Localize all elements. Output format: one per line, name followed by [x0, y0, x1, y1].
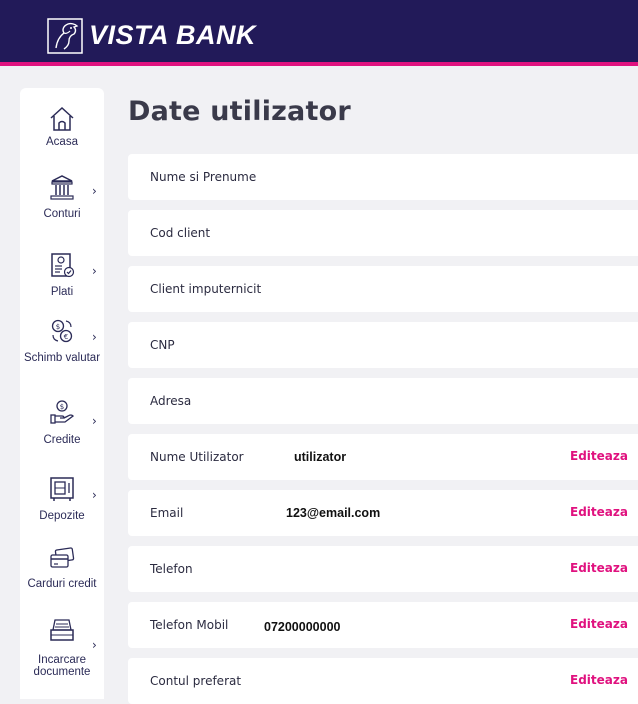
- horse-logo-icon[interactable]: [47, 18, 83, 54]
- edit-link[interactable]: Editeaza: [570, 673, 628, 687]
- chevron-right-icon: ›: [92, 184, 97, 198]
- edit-link[interactable]: Editeaza: [570, 449, 628, 463]
- sidebar-item-depozite[interactable]: › Depozite: [20, 472, 104, 526]
- info-row-email: Email 123@email.com Editeaza: [128, 490, 638, 536]
- bank-building-icon: [50, 175, 74, 200]
- document-upload-icon: [50, 619, 74, 641]
- chevron-right-icon: ›: [92, 330, 97, 344]
- edit-link[interactable]: Editeaza: [570, 617, 628, 631]
- chevron-right-icon: ›: [92, 264, 97, 278]
- sidebar-item-carduri-credit[interactable]: Carduri credit: [20, 544, 104, 606]
- hand-coin-icon: $: [50, 400, 74, 424]
- sidebar-item-label: Schimb valutar: [23, 352, 101, 364]
- row-label: Cod client: [150, 226, 211, 240]
- row-label: Email: [150, 506, 184, 520]
- chevron-right-icon: ›: [92, 414, 97, 428]
- row-value: utilizator: [294, 450, 347, 464]
- row-label: Telefon Mobil: [150, 618, 229, 632]
- info-row-adresa: Adresa: [128, 378, 638, 424]
- info-row-cod-client: Cod client: [128, 210, 638, 256]
- row-label: Telefon: [150, 562, 193, 576]
- row-label: CNP: [150, 338, 175, 352]
- row-value: 07200000000: [264, 620, 341, 634]
- row-label: Adresa: [150, 394, 192, 408]
- bank-name: VISTA BANK: [89, 20, 256, 50]
- svg-text:€: €: [64, 333, 68, 341]
- sidebar-item-label: Acasa: [46, 136, 78, 148]
- sidebar-item-label: Conturi: [43, 208, 81, 220]
- payment-document-icon: [51, 253, 75, 278]
- sidebar-item-incarcare-documente[interactable]: › Incarcare documente: [20, 616, 104, 680]
- chevron-right-icon: ›: [92, 638, 97, 652]
- safe-icon: [50, 477, 74, 501]
- top-header: VISTA BANK: [0, 0, 638, 66]
- sidebar-item-label: Incarcare documente: [33, 654, 91, 678]
- sidebar-item-plati[interactable]: › Plati: [20, 248, 104, 302]
- page-title: Date utilizator: [128, 96, 351, 127]
- sidebar-item-label: Depozite: [39, 510, 85, 522]
- sidebar: Acasa › Conturi › Plati $ € › Schimb val…: [20, 88, 104, 699]
- credit-card-icon: [50, 547, 75, 568]
- row-value: 123@email.com: [286, 506, 381, 520]
- sidebar-item-label: Carduri credit: [27, 578, 97, 590]
- row-label: Nume si Prenume: [150, 170, 257, 184]
- svg-text:$: $: [56, 323, 60, 331]
- info-row-nume-prenume: Nume si Prenume: [128, 154, 638, 200]
- chevron-right-icon: ›: [92, 488, 97, 502]
- edit-link[interactable]: Editeaza: [570, 505, 628, 519]
- row-label: Contul preferat: [150, 674, 242, 688]
- home-icon: [50, 106, 74, 131]
- row-label: Nume Utilizator: [150, 450, 244, 464]
- info-row-contul-preferat: Contul preferat Editeaza: [128, 658, 638, 704]
- sidebar-item-schimb-valutar[interactable]: $ € › Schimb valutar: [20, 316, 104, 382]
- sidebar-item-conturi[interactable]: › Conturi: [20, 170, 104, 228]
- info-row-telefon: Telefon Editeaza: [128, 546, 638, 592]
- sidebar-item-label: Plati: [50, 286, 74, 298]
- sidebar-item-label: Credite: [43, 434, 81, 446]
- sidebar-item-acasa[interactable]: Acasa: [20, 102, 104, 152]
- info-row-cnp: CNP: [128, 322, 638, 368]
- currency-exchange-icon: $ €: [51, 319, 73, 343]
- row-label: Client imputernicit: [150, 282, 262, 296]
- info-row-client-imputernicit: Client imputernicit: [128, 266, 638, 312]
- svg-text:$: $: [60, 403, 64, 411]
- edit-link[interactable]: Editeaza: [570, 561, 628, 575]
- info-row-telefon-mobil: Telefon Mobil 07200000000 Editeaza: [128, 602, 638, 648]
- sidebar-item-credite[interactable]: $ › Credite: [20, 398, 104, 452]
- info-row-nume-utilizator: Nume Utilizator utilizator Editeaza: [128, 434, 638, 480]
